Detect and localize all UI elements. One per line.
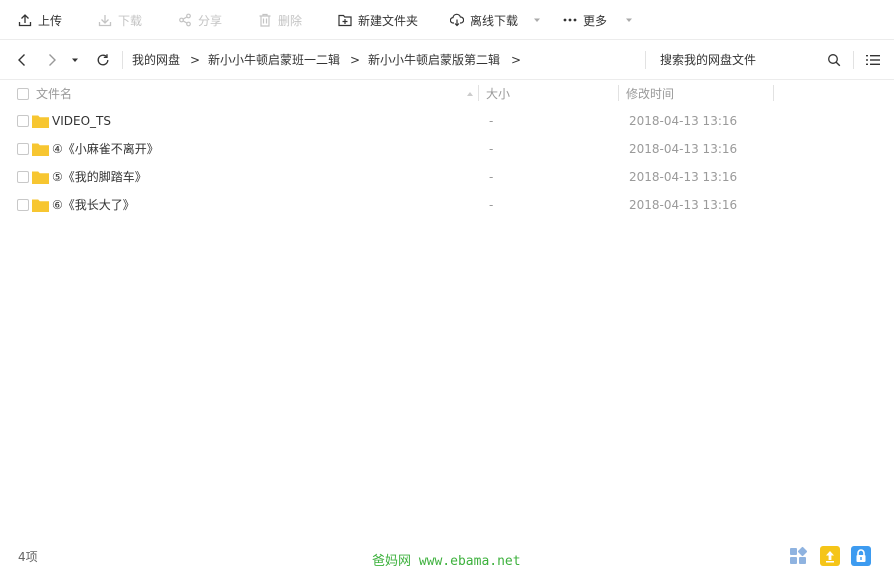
folder-icon — [32, 143, 49, 156]
file-size: - — [489, 114, 494, 128]
safe-box-button[interactable] — [851, 546, 871, 566]
column-divider[interactable] — [773, 85, 774, 101]
share-label: 分享 — [198, 13, 223, 28]
item-count: 4项 — [18, 550, 38, 564]
file-name[interactable]: ⑤《我的脚踏车》 — [52, 163, 147, 191]
more-icon — [563, 18, 577, 22]
refresh-button[interactable] — [93, 40, 113, 80]
share-icon — [179, 13, 191, 27]
search-input[interactable]: 搜索我的网盘文件 — [660, 40, 756, 80]
file-row[interactable]: ⑥《我长大了》 - 2018-04-13 13:16 — [0, 191, 894, 219]
download-icon — [98, 15, 112, 27]
upload-label: 上传 — [38, 13, 63, 28]
file-name[interactable]: ④《小麻雀不离开》 — [52, 135, 159, 163]
breadcrumb-separator: > — [190, 53, 201, 67]
folder-icon — [32, 115, 49, 128]
row-checkbox[interactable] — [17, 171, 29, 183]
file-modified-time: 2018-04-13 13:16 — [629, 142, 738, 156]
file-size: - — [489, 198, 494, 212]
row-checkbox[interactable] — [17, 115, 29, 127]
file-name[interactable]: ⑥《我长大了》 — [52, 191, 135, 219]
new-folder-label: 新建文件夹 — [358, 13, 419, 28]
column-header-name[interactable]: 文件名 — [36, 80, 72, 108]
history-dropdown-icon — [72, 58, 78, 62]
transfer-upload-button[interactable] — [820, 546, 840, 566]
download-label: 下载 — [118, 13, 143, 28]
share-button[interactable]: 分享 — [178, 0, 222, 40]
breadcrumb-separator: > — [350, 53, 361, 67]
more-button[interactable]: 更多 — [563, 0, 607, 40]
back-icon — [18, 54, 25, 66]
forward-button[interactable] — [42, 40, 62, 80]
search-button[interactable] — [824, 40, 844, 80]
divider — [645, 51, 646, 69]
history-dropdown[interactable] — [68, 40, 82, 80]
new-folder-button[interactable]: 新建文件夹 — [338, 0, 418, 40]
forward-icon — [49, 54, 56, 66]
column-divider[interactable] — [618, 85, 619, 101]
delete-label: 删除 — [278, 13, 303, 28]
delete-button[interactable]: 删除 — [258, 0, 302, 40]
navigation-bar: 我的网盘 > 新小小牛顿启蒙班一二辑 > 新小小牛顿启蒙版第二辑 > 搜索我的网… — [0, 40, 894, 80]
offline-download-label: 离线下载 — [470, 13, 519, 28]
file-modified-time: 2018-04-13 13:16 — [629, 170, 738, 184]
breadcrumb-separator: > — [511, 53, 522, 67]
delete-icon — [259, 13, 271, 27]
new-folder-icon — [338, 14, 352, 27]
file-modified-time: 2018-04-13 13:16 — [629, 114, 738, 128]
upload-icon — [18, 14, 32, 27]
column-divider[interactable] — [478, 85, 479, 101]
offline-download-button[interactable]: 离线下载 — [450, 0, 518, 40]
view-mode-button[interactable] — [862, 40, 884, 80]
download-button[interactable]: 下载 — [98, 0, 142, 40]
search-icon — [828, 54, 841, 67]
more-label: 更多 — [583, 13, 608, 28]
file-modified-time: 2018-04-13 13:16 — [629, 198, 738, 212]
back-button[interactable] — [12, 40, 32, 80]
file-size: - — [489, 142, 494, 156]
triangle-down-icon — [534, 18, 540, 22]
file-name[interactable]: VIDEO_TS — [52, 107, 111, 135]
breadcrumb-root[interactable]: 我的网盘 — [132, 40, 180, 80]
list-view-icon — [866, 55, 880, 65]
divider — [853, 51, 854, 69]
file-row[interactable]: ④《小麻雀不离开》 - 2018-04-13 13:16 — [0, 135, 894, 163]
toolbar: 上传 下载 分享 删除 新建文件夹 离线下载 更多 — [0, 0, 894, 40]
triangle-down-icon — [626, 18, 632, 22]
offline-download-dropdown[interactable] — [533, 0, 541, 40]
breadcrumb-level-1[interactable]: 新小小牛顿启蒙班一二辑 — [208, 40, 340, 80]
lock-icon — [851, 546, 871, 566]
breadcrumb-current[interactable]: 新小小牛顿启蒙版第二辑 — [368, 40, 500, 80]
select-all-checkbox[interactable] — [17, 88, 29, 100]
column-header-modified[interactable]: 修改时间 — [626, 80, 674, 108]
folder-icon — [32, 171, 49, 184]
upload-file-icon — [820, 546, 840, 566]
file-size: - — [489, 170, 494, 184]
file-list-header: 文件名 大小 修改时间 — [0, 80, 894, 108]
file-manager-window: 上传 下载 分享 删除 新建文件夹 离线下载 更多 我的网盘 > 新小小牛顿启蒙… — [0, 0, 894, 572]
cloud-download-icon — [450, 13, 464, 27]
column-header-size[interactable]: 大小 — [486, 80, 510, 108]
file-row[interactable]: ⑤《我的脚踏车》 - 2018-04-13 13:16 — [0, 163, 894, 191]
watermark-text: 爸妈网 www.ebama.net — [372, 554, 521, 569]
grid-view-icon — [790, 546, 808, 564]
divider — [122, 51, 123, 69]
row-checkbox[interactable] — [17, 143, 29, 155]
refresh-icon — [97, 54, 109, 66]
sort-arrow-icon — [467, 92, 473, 96]
row-checkbox[interactable] — [17, 199, 29, 211]
more-dropdown[interactable] — [625, 0, 633, 40]
file-row[interactable]: VIDEO_TS - 2018-04-13 13:16 — [0, 107, 894, 135]
upload-button[interactable]: 上传 — [18, 0, 62, 40]
grid-view-button[interactable] — [788, 546, 808, 566]
folder-icon — [32, 199, 49, 212]
